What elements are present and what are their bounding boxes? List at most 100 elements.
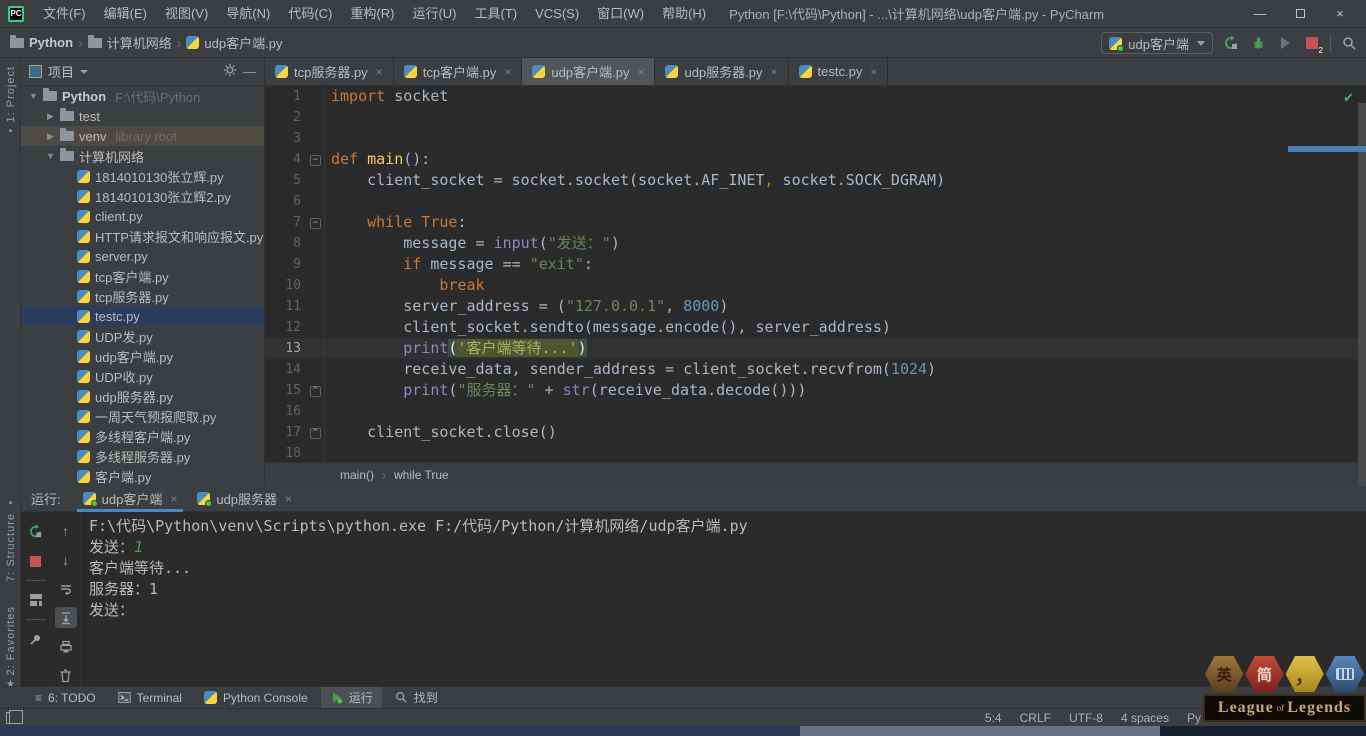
editor-tab[interactable]: tcp服务器.py × [265,58,394,85]
up-icon[interactable]: ↑ [55,520,77,541]
code-editor[interactable]: 1 import socket 2 3 4− def main(): 5 client_so… [265,86,1366,462]
code-line[interactable]: 9 if message == "exit": [265,254,1366,275]
tree-item[interactable]: 1814010130张立辉.py [21,166,264,186]
breadcrumb-item[interactable]: Python [10,34,73,50]
menu-item-4[interactable]: 代码(C) [279,0,341,28]
close-icon[interactable]: × [870,65,877,79]
line-number[interactable]: 16 [265,401,307,422]
code-line[interactable]: 12 client_socket.sendto(message.encode()… [265,317,1366,338]
down-icon[interactable]: ↓ [55,549,77,570]
code-line[interactable]: 16 [265,401,1366,422]
line-number[interactable]: 1 [265,86,307,107]
rerun-button[interactable] [1222,34,1240,52]
line-number[interactable]: 10 [265,275,307,296]
tree-item[interactable]: udp服务器.py [21,386,264,406]
softwrap-icon[interactable] [55,578,77,599]
scrollend-icon[interactable] [54,607,77,628]
tree-item[interactable]: tcp客户端.py [21,266,264,286]
status-item-3[interactable]: 4 spaces [1121,711,1169,725]
code-line[interactable]: 15 ^ print("服务器：" + str(receive_data.deco… [265,380,1366,401]
menu-item-5[interactable]: 重构(R) [341,0,403,28]
fold-marker-icon[interactable]: − [310,155,321,166]
run-tab[interactable]: udp服务器 × [187,486,302,512]
code-line[interactable]: 17 ^ client_socket.close() [265,422,1366,443]
editor-tab[interactable]: tcp客户端.py × [394,58,523,85]
editor-breadcrumb-item[interactable]: while True [394,468,449,482]
maximize-button[interactable] [1280,1,1320,27]
code-line[interactable]: 1 import socket [265,86,1366,107]
tree-item[interactable]: 客户端.py [21,466,264,486]
status-item-2[interactable]: UTF-8 [1069,711,1103,725]
line-number[interactable]: 13 [265,338,307,359]
tree-expand-icon[interactable]: ▶ [46,111,55,122]
status-item-0[interactable]: 5:4 [985,711,1002,725]
run-configuration-select[interactable]: udp客户端 [1101,32,1213,54]
run-tab[interactable]: udp客户端 × [73,486,188,512]
fold-marker-icon[interactable]: ^ [310,386,321,397]
breadcrumb-item[interactable]: 计算机网络 [87,33,172,52]
gear-icon[interactable] [223,63,237,80]
editor-tab[interactable]: udp客户端.py × [522,58,656,85]
code-line[interactable]: 8 message = input("发送：") [265,233,1366,254]
line-number[interactable]: 5 [265,170,307,191]
ime-badge-gold[interactable]: ， [1285,656,1324,692]
ime-badge-red[interactable]: 简 [1245,656,1284,692]
fold-icon[interactable]: − [307,212,325,233]
line-number[interactable]: 11 [265,296,307,317]
close-button[interactable]: × [1320,1,1360,27]
code-line[interactable]: 11 server_address = ("127.0.0.1", 8000) [265,296,1366,317]
line-number[interactable]: 14 [265,359,307,380]
line-number[interactable]: 4 [265,149,307,170]
breadcrumb-item[interactable]: udp客户端.py [186,33,282,52]
code-line[interactable]: 10 break [265,275,1366,296]
code-line[interactable]: 18 [265,443,1366,462]
tree-item[interactable]: UDP发.py [21,326,264,346]
rerun-icon[interactable] [25,520,47,542]
tree-item[interactable]: ▶ venv library root [21,126,264,146]
toolwindow-button-search[interactable]: 找到 [386,687,447,709]
code-line[interactable]: 2 [265,107,1366,128]
status-item-4[interactable]: Py [1187,711,1201,725]
console-output[interactable]: F:\代码\Python\venv\Scripts\python.exe F:/… [89,516,1366,621]
window-layout-icon[interactable] [6,710,23,724]
ime-badge-bronze[interactable]: 英 [1205,656,1244,692]
line-number[interactable]: 6 [265,191,307,212]
line-number[interactable]: 8 [265,233,307,254]
line-number[interactable]: 2 [265,107,307,128]
status-item-1[interactable]: CRLF [1020,711,1051,725]
pin-icon[interactable] [25,628,47,650]
code-line[interactable]: 6 [265,191,1366,212]
fold-icon[interactable]: − [307,149,325,170]
menu-item-0[interactable]: 文件(F) [34,0,95,28]
menu-item-2[interactable]: 视图(V) [156,0,217,28]
tree-item[interactable]: ▼ 计算机网络 [21,146,264,166]
menu-item-8[interactable]: VCS(S) [526,0,588,28]
trash-icon[interactable] [55,665,77,686]
code-line[interactable]: 5 client_socket = socket.socket(socket.A… [265,170,1366,191]
chevron-down-icon[interactable] [80,69,89,74]
fold-marker-icon[interactable]: − [310,218,321,229]
tree-item[interactable]: client.py [21,206,264,226]
tree-item[interactable]: tcp服务器.py [21,286,264,306]
line-number[interactable]: 12 [265,317,307,338]
layout-icon[interactable] [25,589,47,611]
menu-item-9[interactable]: 窗口(W) [588,0,653,28]
tree-item[interactable]: 1814010130张立辉2.py [21,186,264,206]
tree-item[interactable]: udp客户端.py [21,346,264,366]
close-icon[interactable]: × [504,65,511,79]
menu-item-10[interactable]: 帮助(H) [653,0,715,28]
stripe-structure-button[interactable]: ▪ 7: Structure [0,498,21,582]
editor-tab[interactable]: udp服务器.py × [655,58,789,85]
close-icon[interactable]: × [285,492,292,506]
menu-item-7[interactable]: 工具(T) [465,0,526,28]
toolwindow-button-run[interactable]: 运行 [320,686,382,709]
tree-item[interactable]: HTTP请求报文和响应报文.py [21,226,264,246]
tree-item[interactable]: server.py [21,246,264,266]
tree-item[interactable]: 一周天气预报爬取.py [21,406,264,426]
code-line[interactable]: 3 [265,128,1366,149]
line-number[interactable]: 17 [265,422,307,443]
stop-button[interactable]: 2 [1303,34,1323,55]
code-line[interactable]: 4− def main(): [265,149,1366,170]
fold-icon[interactable]: ^ [307,422,325,443]
line-number[interactable]: 18 [265,443,307,462]
